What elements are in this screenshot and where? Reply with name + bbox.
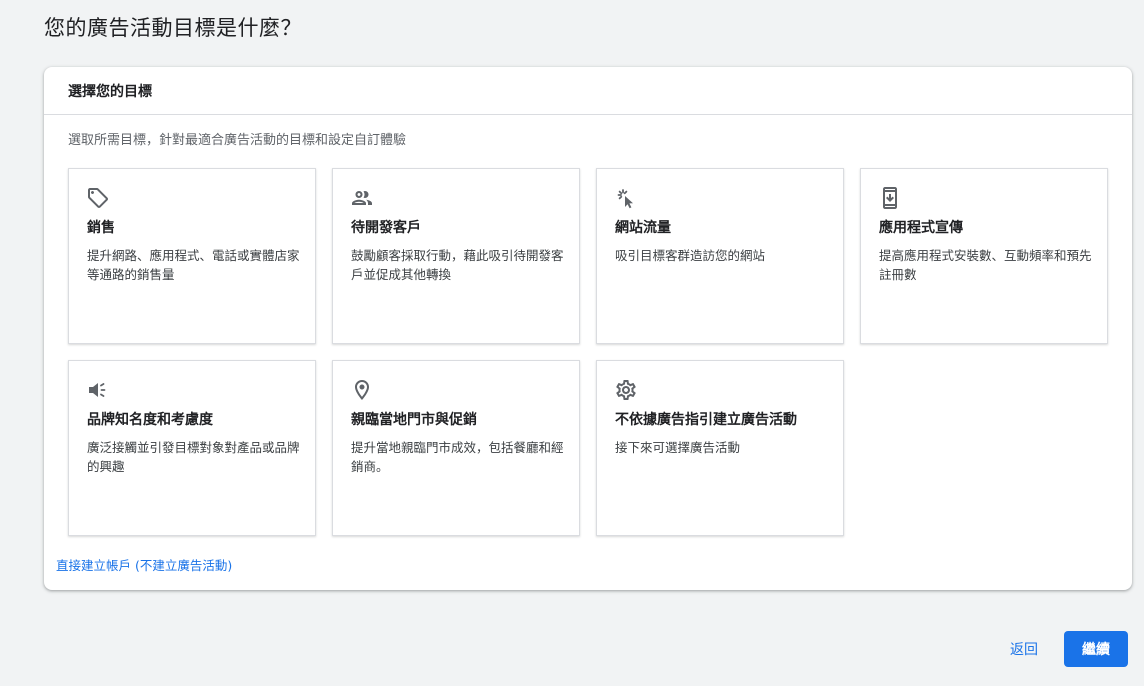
card-description: 鼓勵顧客採取行動，藉此吸引待開發客戶並促成其他轉換	[351, 248, 564, 282]
objective-card-leads[interactable]: 待開發客戶 鼓勵顧客採取行動，藉此吸引待開發客戶並促成其他轉換	[332, 168, 580, 344]
card-title: 銷售	[87, 220, 115, 236]
card-description: 廣泛接觸並引發目標對象對產品或品牌的興趣	[87, 440, 300, 474]
megaphone-icon	[86, 378, 110, 402]
card-description: 吸引目標客群造訪您的網站	[615, 248, 766, 263]
card-title: 品牌知名度和考慮度	[87, 412, 213, 428]
location-pin-icon	[350, 378, 374, 402]
objective-card-brand-awareness[interactable]: 品牌知名度和考慮度 廣泛接觸並引發目標對象對產品或品牌的興趣	[68, 360, 316, 536]
page-title: 您的廣告活動目標是什麼？	[44, 16, 302, 40]
card-title: 網站流量	[615, 220, 671, 236]
gear-icon	[614, 378, 638, 402]
objective-card-no-guidance[interactable]: 不依據廣告指引建立廣告活動 接下來可選擇廣告活動	[596, 360, 844, 536]
card-title: 待開發客戶	[351, 220, 421, 236]
people-icon	[350, 186, 374, 210]
panel-description: 選取所需目標，針對最適合廣告活動的目標和設定自訂體驗	[68, 133, 407, 148]
continue-button[interactable]: 繼續	[1064, 631, 1128, 667]
back-button[interactable]: 返回	[994, 631, 1054, 667]
create-account-without-campaign-link[interactable]: 直接建立帳戶 (不建立廣告活動)	[56, 557, 232, 575]
card-description: 提升網路、應用程式、電話或實體店家等通路的銷售量	[87, 248, 300, 282]
panel-header: 選擇您的目標	[44, 67, 1132, 115]
objective-panel: 選擇您的目標 選取所需目標，針對最適合廣告活動的目標和設定自訂體驗 銷售 提升網…	[44, 67, 1132, 590]
card-title: 親臨當地門市與促銷	[351, 412, 477, 428]
card-description: 接下來可選擇廣告活動	[615, 440, 741, 455]
phone-download-icon	[878, 186, 902, 210]
card-description: 提升當地親臨門市成效，包括餐廳和經銷商。	[351, 440, 564, 474]
cursor-click-icon	[614, 186, 638, 210]
card-title: 應用程式宣傳	[879, 220, 963, 236]
objective-card-app-promotion[interactable]: 應用程式宣傳 提高應用程式安裝數、互動頻率和預先註冊數	[860, 168, 1108, 344]
objective-card-website-traffic[interactable]: 網站流量 吸引目標客群造訪您的網站	[596, 168, 844, 344]
objective-card-local-store[interactable]: 親臨當地門市與促銷 提升當地親臨門市成效，包括餐廳和經銷商。	[332, 360, 580, 536]
objective-card-sales[interactable]: 銷售 提升網路、應用程式、電話或實體店家等通路的銷售量	[68, 168, 316, 344]
card-title: 不依據廣告指引建立廣告活動	[615, 412, 797, 428]
tag-icon	[86, 186, 110, 210]
card-description: 提高應用程式安裝數、互動頻率和預先註冊數	[879, 248, 1092, 282]
